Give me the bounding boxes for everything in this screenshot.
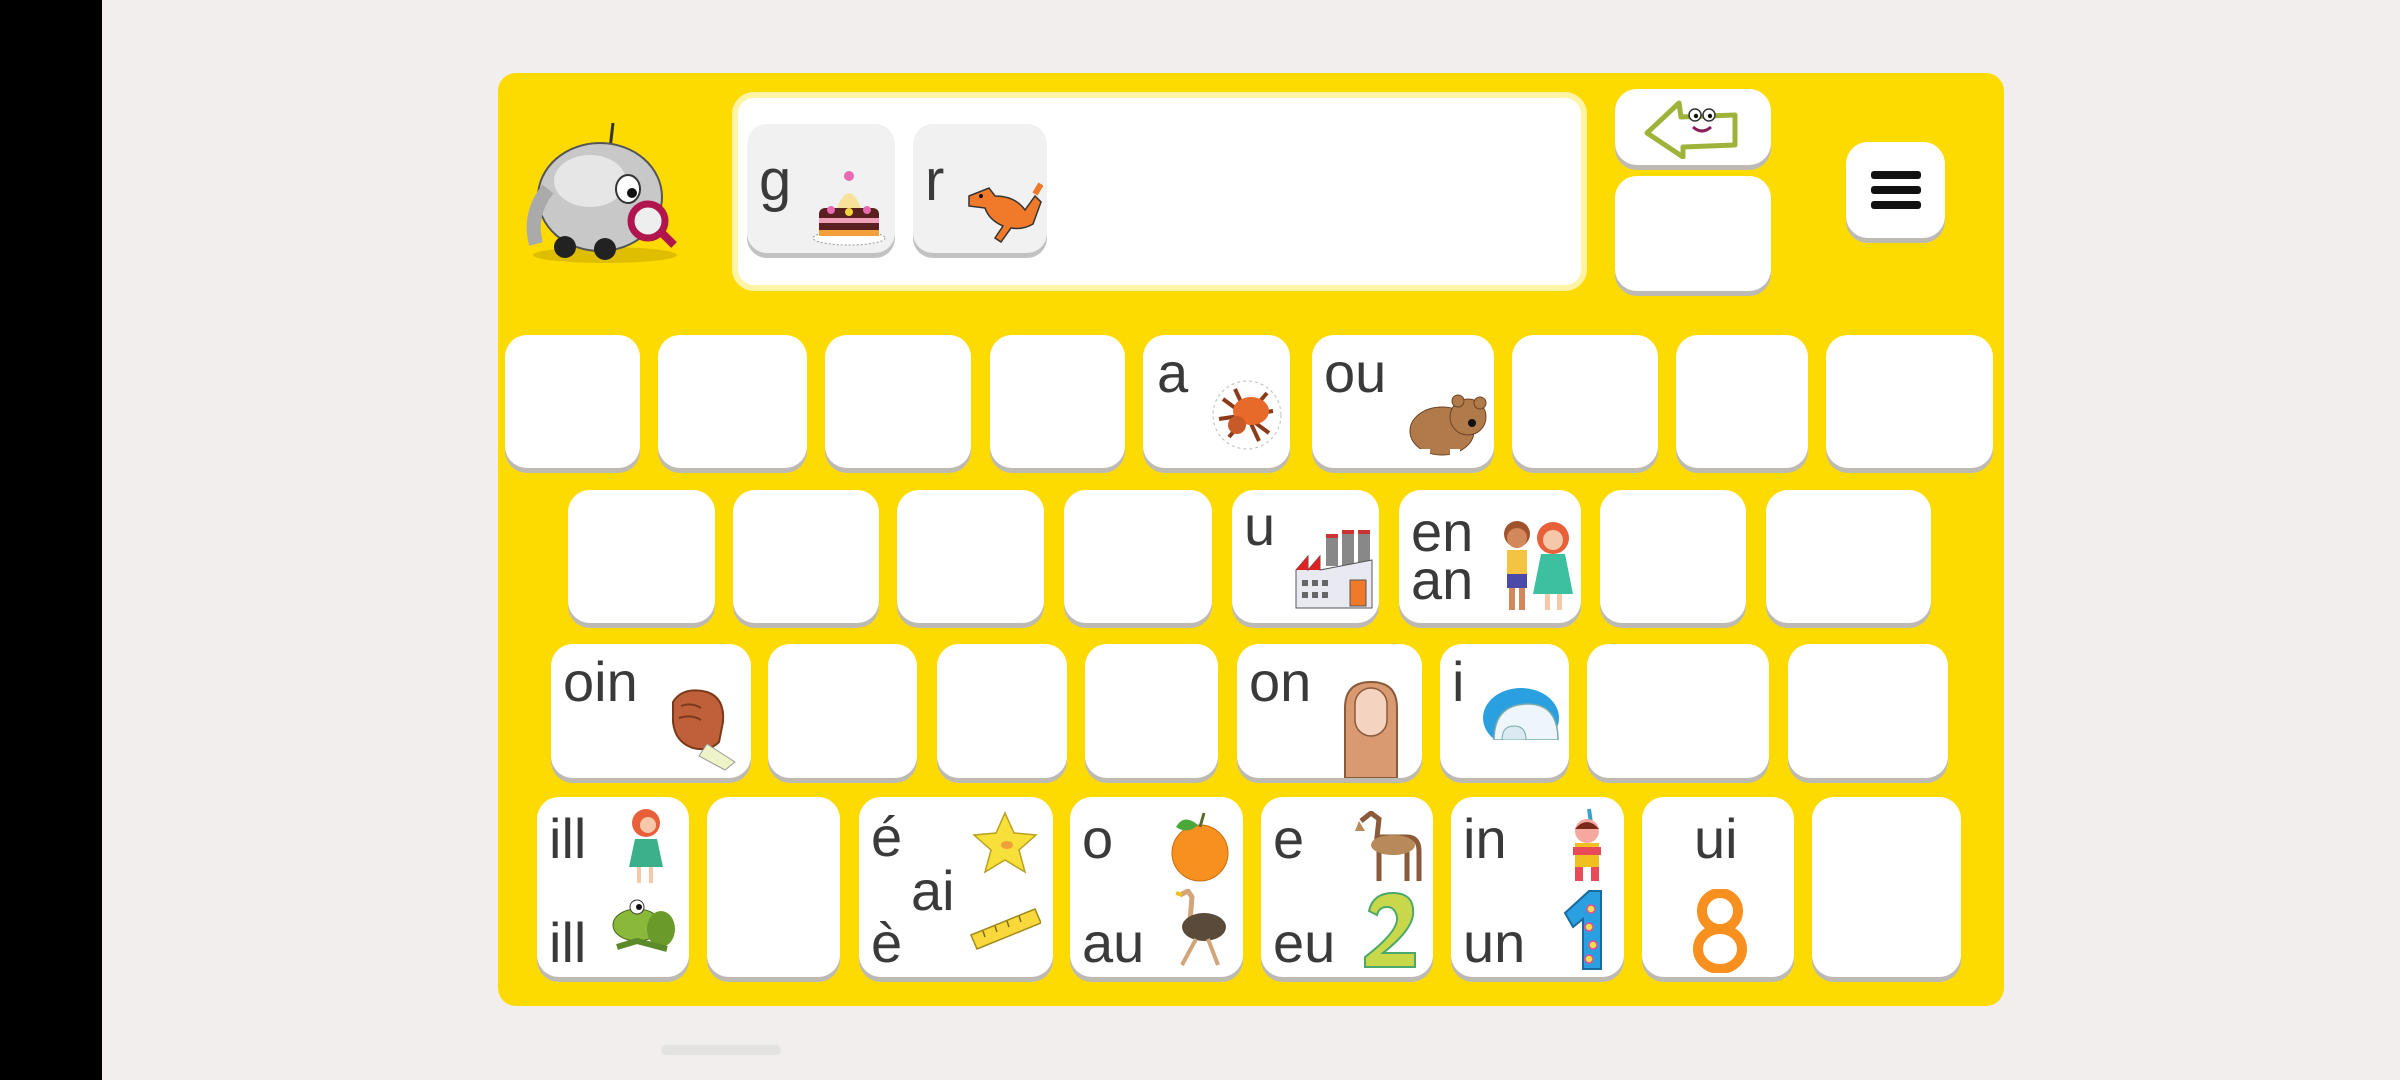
children-icon: [1504, 521, 1573, 610]
key-label: on: [1249, 650, 1312, 713]
number-two-icon: [1364, 891, 1416, 968]
igloo-icon: [1482, 688, 1560, 750]
keyboard-key[interactable]: [1600, 490, 1746, 623]
word-tile[interactable]: r: [913, 124, 1047, 253]
key-label-top: o: [1082, 807, 1114, 870]
key-label-top: ill: [549, 807, 587, 870]
number-eight-icon: [1693, 889, 1747, 973]
smiling-left-arrow-icon: [1644, 100, 1738, 159]
fox-icon: [968, 182, 1043, 244]
extra-action-button[interactable]: [1615, 176, 1771, 291]
key-label-top: in: [1463, 807, 1507, 870]
horse-icon: [1355, 811, 1422, 881]
key-label-top: e: [1273, 807, 1305, 870]
key-label-mid: ai: [911, 859, 955, 922]
orange-icon: [1171, 812, 1229, 882]
keyboard-key[interactable]: [768, 644, 917, 778]
keyboard-key[interactable]: [505, 335, 640, 468]
key-ou[interactable]: ou: [1312, 335, 1494, 468]
key-label-bottom: an: [1411, 548, 1474, 611]
keyboard-key[interactable]: [897, 490, 1044, 623]
keyboard-key[interactable]: [1064, 490, 1212, 623]
key-label-bottom: au: [1082, 911, 1145, 974]
key-oin[interactable]: oin: [551, 644, 751, 778]
key-e-eu[interactable]: e eu: [1261, 797, 1433, 977]
key-on[interactable]: on: [1237, 644, 1422, 778]
home-indicator[interactable]: [661, 1045, 781, 1055]
keyboard-key[interactable]: [990, 335, 1125, 468]
keyboard-key[interactable]: [1788, 644, 1948, 778]
key-ui[interactable]: ui: [1642, 797, 1794, 977]
number-one-icon: [1563, 890, 1602, 970]
native-child-icon: [1573, 808, 1601, 881]
thumb-nail-icon: [1344, 680, 1398, 778]
keyboard-key[interactable]: [658, 335, 807, 468]
factory-icon: [1295, 530, 1373, 609]
keyboard-key[interactable]: [733, 490, 879, 623]
word-tile-label: r: [925, 148, 945, 213]
key-label: i: [1452, 650, 1465, 713]
key-u[interactable]: u: [1232, 490, 1379, 623]
star-icon: [972, 811, 1038, 874]
keyboard-key[interactable]: [1676, 335, 1808, 468]
keyboard-key[interactable]: [1085, 644, 1218, 778]
word-display: g r: [732, 92, 1587, 291]
keyboard-key[interactable]: [1766, 490, 1931, 623]
keyboard-key[interactable]: [707, 797, 840, 977]
key-label-bottom: è: [871, 911, 903, 974]
key-label: ou: [1324, 341, 1387, 404]
word-tile-label: g: [759, 148, 792, 213]
bear-icon: [1409, 394, 1487, 459]
key-i[interactable]: i: [1440, 644, 1569, 778]
key-e-ai-e[interactable]: é ai è: [859, 797, 1053, 977]
key-in-un[interactable]: in un: [1451, 797, 1624, 977]
keyboard-key[interactable]: [937, 644, 1067, 778]
robot-mascot-icon: [526, 122, 677, 263]
key-label: oin: [563, 650, 638, 713]
fist-icon: [672, 689, 736, 771]
key-a[interactable]: a: [1143, 335, 1290, 468]
ruler-icon: [970, 908, 1041, 950]
hamburger-menu-icon: [1870, 171, 1921, 209]
ostrich-icon: [1175, 889, 1226, 966]
key-label: a: [1157, 341, 1189, 404]
keyboard-key[interactable]: [1587, 644, 1769, 778]
frog-icon: [612, 899, 675, 952]
spider-icon: [1212, 380, 1282, 450]
word-tile[interactable]: g: [747, 124, 895, 253]
keyboard-key[interactable]: [1812, 797, 1961, 977]
keyboard-key[interactable]: [825, 335, 971, 468]
system-nav-bar: [0, 0, 102, 1080]
key-label-bottom: un: [1463, 911, 1526, 974]
key-label-top: é: [871, 805, 903, 868]
keyboard-key[interactable]: [1512, 335, 1658, 468]
keyboard-key[interactable]: [1826, 335, 1993, 468]
girl-icon: [629, 809, 663, 883]
cake-icon: [812, 171, 886, 246]
keyboard-key[interactable]: [568, 490, 715, 623]
key-label-bottom: eu: [1273, 911, 1336, 974]
key-en-an[interactable]: en an: [1399, 490, 1581, 623]
backspace-button[interactable]: [1615, 89, 1771, 165]
key-label: u: [1244, 494, 1276, 557]
key-label-top: ui: [1694, 807, 1738, 870]
key-label-bottom: ill: [549, 911, 587, 974]
key-o-au[interactable]: o au: [1070, 797, 1243, 977]
menu-button[interactable]: [1846, 142, 1945, 238]
key-ill[interactable]: ill ill: [537, 797, 689, 977]
